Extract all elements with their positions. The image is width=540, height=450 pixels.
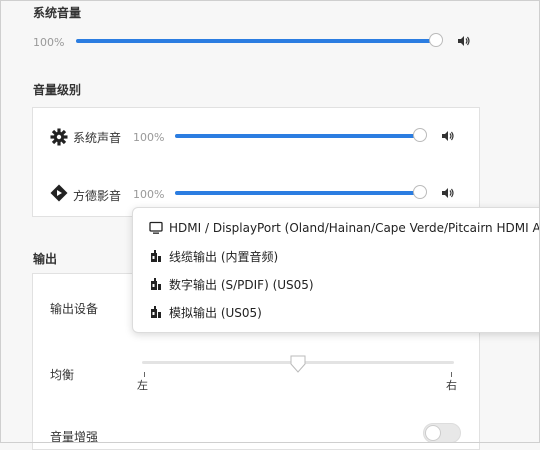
volume-boost-label: 音量增强 bbox=[50, 430, 99, 444]
speaker-icon[interactable] bbox=[457, 35, 470, 47]
balance-left-label: 左 bbox=[137, 379, 148, 392]
sound-item-label: 方德影音 bbox=[73, 189, 122, 203]
sound-item-label: 系统声音 bbox=[73, 131, 122, 145]
slider-thumb[interactable] bbox=[429, 33, 443, 47]
sound-item-percent: 100% bbox=[133, 131, 165, 144]
balance-thumb[interactable] bbox=[289, 354, 307, 374]
device-option-label: HDMI / DisplayPort (Oland/Hainan/Cape Ve… bbox=[169, 221, 540, 235]
media-player-slider[interactable] bbox=[175, 184, 427, 202]
slider-fill bbox=[175, 191, 420, 195]
speaker-icon[interactable] bbox=[441, 130, 454, 142]
audio-port-icon bbox=[151, 278, 161, 290]
media-player-icon bbox=[50, 184, 68, 202]
slider-thumb[interactable] bbox=[413, 128, 427, 142]
device-option[interactable]: HDMI / DisplayPort (Oland/Hainan/Cape Ve… bbox=[149, 217, 540, 239]
speaker-icon[interactable] bbox=[441, 187, 454, 199]
device-option-label: 模拟输出 (US05) bbox=[169, 305, 262, 320]
balance-label: 均衡 bbox=[50, 368, 75, 382]
system-volume-title: 系统音量 bbox=[33, 6, 82, 20]
system-volume-slider[interactable] bbox=[76, 32, 443, 50]
output-device-label: 输出设备 bbox=[50, 302, 99, 316]
audio-port-icon bbox=[151, 250, 161, 262]
volume-levels-title: 音量级别 bbox=[33, 83, 82, 97]
sound-item-percent: 100% bbox=[133, 188, 165, 201]
balance-slider[interactable] bbox=[142, 353, 454, 374]
audio-port-icon bbox=[151, 306, 161, 318]
system-volume-percent: 100% bbox=[33, 36, 65, 49]
output-title: 输出 bbox=[33, 252, 58, 266]
device-option-label: 线缆输出 (内置音频) bbox=[169, 249, 279, 264]
balance-right-label: 右 bbox=[446, 379, 457, 392]
slider-fill bbox=[76, 39, 436, 43]
device-option[interactable]: 模拟输出 (US05) bbox=[149, 301, 262, 323]
gear-icon bbox=[50, 128, 68, 146]
device-option-label: 数字输出 (S/PDIF) (US05) bbox=[169, 277, 314, 292]
volume-boost-toggle[interactable] bbox=[423, 423, 461, 443]
toggle-knob bbox=[425, 425, 441, 441]
slider-fill bbox=[175, 134, 420, 138]
system-sound-slider[interactable] bbox=[175, 127, 427, 145]
device-option[interactable]: 线缆输出 (内置音频) bbox=[149, 245, 278, 267]
slider-thumb[interactable] bbox=[413, 185, 427, 199]
monitor-icon bbox=[149, 221, 163, 234]
device-option[interactable]: 数字输出 (S/PDIF) (US05) bbox=[149, 273, 314, 295]
output-device-dropdown: HDMI / DisplayPort (Oland/Hainan/Cape Ve… bbox=[132, 207, 540, 333]
